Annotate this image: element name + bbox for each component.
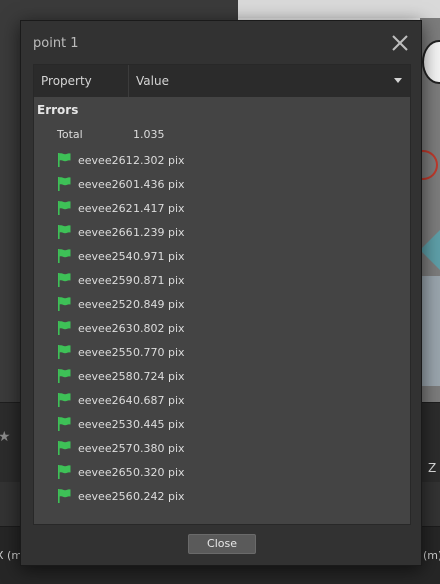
image-thumbnail-edge xyxy=(420,18,440,402)
z-axis-label: Z ( xyxy=(428,461,440,475)
table-row[interactable]: eevee254 0.971 pix xyxy=(34,245,410,269)
green-flag-icon xyxy=(58,249,71,263)
table-row[interactable]: eevee256 0.242 pix xyxy=(34,485,410,509)
error-value: 0.802 pix xyxy=(133,322,185,335)
green-flag-icon xyxy=(58,417,71,431)
table-row[interactable]: eevee255 0.770 pix xyxy=(34,341,410,365)
error-camera-name: eevee252 xyxy=(78,298,133,311)
error-camera-name: eevee262 xyxy=(78,202,133,215)
green-flag-icon xyxy=(58,225,71,239)
dialog-titlebar: point 1 xyxy=(21,21,421,65)
dialog-title: point 1 xyxy=(33,36,79,51)
error-value: 0.242 pix xyxy=(133,490,185,503)
error-camera-name: eevee255 xyxy=(78,346,133,359)
error-camera-name: eevee258 xyxy=(78,370,133,383)
table-row[interactable]: eevee258 0.724 pix xyxy=(34,365,410,389)
table-row[interactable]: eevee262 1.417 pix xyxy=(34,197,410,221)
property-table: Property Value Errors Total 1.035 eevee2… xyxy=(33,64,411,525)
close-icon[interactable] xyxy=(389,32,411,54)
total-value: 1.035 xyxy=(133,128,165,141)
table-row[interactable]: eevee264 0.687 pix xyxy=(34,389,410,413)
table-row[interactable]: eevee253 0.445 pix xyxy=(34,413,410,437)
error-value: 0.687 pix xyxy=(133,394,185,407)
error-value: 0.849 pix xyxy=(133,298,185,311)
error-camera-name: eevee253 xyxy=(78,418,133,431)
app-window: ★ Z ( X (m (m) point 1 Property Value Er… xyxy=(0,0,440,584)
green-flag-icon xyxy=(58,321,71,335)
error-value: 1.436 pix xyxy=(133,178,185,191)
footer-x-label: X (m xyxy=(0,549,23,562)
green-flag-icon xyxy=(58,441,71,455)
error-camera-name: eevee260 xyxy=(78,178,133,191)
error-list: eevee261 2.302 pix eevee260 1.436 pix eevee2… xyxy=(34,149,410,509)
green-flag-icon xyxy=(58,297,71,311)
table-row-total: Total 1.035 xyxy=(34,125,410,145)
error-value: 1.239 pix xyxy=(133,226,185,239)
error-value: 1.417 pix xyxy=(133,202,185,215)
error-value: 0.380 pix xyxy=(133,442,185,455)
green-flag-icon xyxy=(58,153,71,167)
table-row[interactable]: eevee261 2.302 pix xyxy=(34,149,410,173)
error-value: 0.971 pix xyxy=(133,250,185,263)
error-value: 0.724 pix xyxy=(133,370,185,383)
green-flag-icon xyxy=(58,393,71,407)
green-flag-icon xyxy=(58,489,71,503)
error-value: 0.770 pix xyxy=(133,346,185,359)
error-camera-name: eevee256 xyxy=(78,490,133,503)
error-value: 0.320 pix xyxy=(133,466,185,479)
green-flag-icon xyxy=(58,465,71,479)
table-row[interactable]: eevee257 0.380 pix xyxy=(34,437,410,461)
column-header-property[interactable]: Property xyxy=(34,65,129,97)
green-flag-icon xyxy=(58,201,71,215)
error-camera-name: eevee265 xyxy=(78,466,133,479)
error-camera-name: eevee261 xyxy=(78,154,133,167)
error-camera-name: eevee257 xyxy=(78,442,133,455)
table-row[interactable]: eevee265 0.320 pix xyxy=(34,461,410,485)
close-button[interactable]: Close xyxy=(188,534,256,554)
caret-down-icon[interactable] xyxy=(394,78,402,83)
green-flag-icon xyxy=(58,177,71,191)
error-camera-name: eevee254 xyxy=(78,250,133,263)
green-flag-icon xyxy=(58,369,71,383)
error-camera-name: eevee263 xyxy=(78,322,133,335)
green-flag-icon xyxy=(58,273,71,287)
point-dialog: point 1 Property Value Errors Total 1.03… xyxy=(20,20,422,566)
table-row[interactable]: eevee252 0.849 pix xyxy=(34,293,410,317)
error-value: 2.302 pix xyxy=(133,154,185,167)
footer-unit-label: (m) xyxy=(423,549,440,562)
error-camera-name: eevee264 xyxy=(78,394,133,407)
column-header-value-label: Value xyxy=(136,74,169,88)
error-camera-name: eevee266 xyxy=(78,226,133,239)
group-errors-label: Errors xyxy=(37,103,79,117)
column-header-value[interactable]: Value xyxy=(129,65,410,97)
table-row[interactable]: eevee266 1.239 pix xyxy=(34,221,410,245)
green-flag-icon xyxy=(58,345,71,359)
table-row[interactable]: eevee259 0.871 pix xyxy=(34,269,410,293)
column-header-property-label: Property xyxy=(41,74,92,88)
table-row[interactable]: eevee263 0.802 pix xyxy=(34,317,410,341)
table-row[interactable]: eevee260 1.436 pix xyxy=(34,173,410,197)
error-value: 0.445 pix xyxy=(133,418,185,431)
error-camera-name: eevee259 xyxy=(78,274,133,287)
star-icon[interactable]: ★ xyxy=(0,430,11,444)
table-header: Property Value xyxy=(34,65,410,97)
total-name: Total xyxy=(57,128,83,141)
error-value: 0.871 pix xyxy=(133,274,185,287)
